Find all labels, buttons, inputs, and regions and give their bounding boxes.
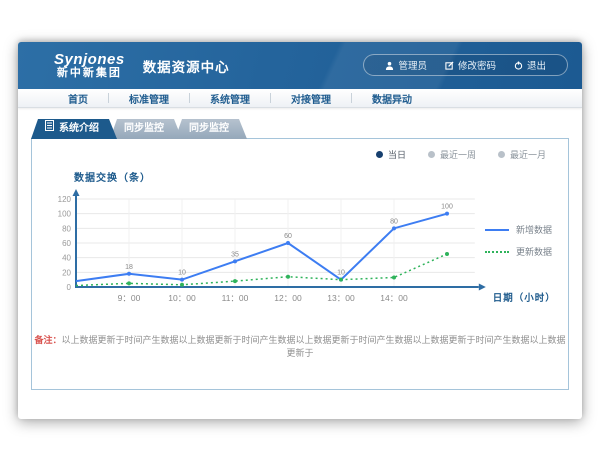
company-logo: Synjones 新中新集团 xyxy=(54,52,125,79)
svg-text:14：00: 14：00 xyxy=(380,293,408,303)
svg-text:18: 18 xyxy=(125,264,133,271)
time-range-filter: 当日 最近一周 最近一月 xyxy=(376,148,546,161)
svg-text:20: 20 xyxy=(62,268,71,277)
change-password-label: 修改密码 xyxy=(458,58,496,72)
change-password-button[interactable]: 修改密码 xyxy=(436,58,505,72)
nav-item-integration[interactable]: 对接管理 xyxy=(271,91,351,106)
svg-text:10: 10 xyxy=(178,270,186,277)
user-icon xyxy=(385,61,394,70)
svg-text:60: 60 xyxy=(62,239,71,248)
svg-text:100: 100 xyxy=(58,210,72,219)
nav-item-standards[interactable]: 标准管理 xyxy=(109,91,189,106)
series-legend: 新增数据 更新数据 xyxy=(485,223,552,267)
solid-line-icon xyxy=(485,229,509,231)
admin-user-button[interactable]: 管理员 xyxy=(376,58,436,72)
page-title: 数据资源中心 xyxy=(143,56,230,76)
nav-item-home[interactable]: 首页 xyxy=(48,91,108,106)
svg-text:40: 40 xyxy=(62,254,71,263)
app-window: Synjones 新中新集团 数据资源中心 管理员 修改密码 退出 xyxy=(18,42,582,419)
svg-text:120: 120 xyxy=(58,195,72,204)
tab-system-intro[interactable]: 系统介绍 xyxy=(31,119,117,139)
header: Synjones 新中新集团 数据资源中心 管理员 修改密码 退出 xyxy=(18,42,582,89)
filter-label: 当日 xyxy=(388,148,406,161)
svg-text:0: 0 xyxy=(67,283,72,292)
svg-text:日期（小时）: 日期（小时） xyxy=(493,292,556,304)
logout-label: 退出 xyxy=(527,58,546,72)
dotted-line-icon xyxy=(485,251,509,253)
chart-panel: 当日 最近一周 最近一月 数据交换（条） 0 20 40 60 80 100 120 9：00… xyxy=(31,138,569,390)
filter-last-month[interactable]: 最近一月 xyxy=(498,148,546,161)
logout-button[interactable]: 退出 xyxy=(505,58,555,72)
tab-label: 系统介绍 xyxy=(59,119,99,139)
filter-today[interactable]: 当日 xyxy=(376,148,406,161)
svg-text:10: 10 xyxy=(337,270,345,277)
filter-label: 最近一月 xyxy=(510,148,546,161)
legend-item-updated-data: 更新数据 xyxy=(485,245,552,258)
content-area: 系统介绍 同步监控 同步监控 当日 最近一周 xyxy=(18,108,582,419)
footnote-label: 备注： xyxy=(34,335,61,345)
power-icon xyxy=(514,61,523,70)
legend-label: 新增数据 xyxy=(516,223,552,236)
svg-text:100: 100 xyxy=(441,204,453,211)
tab-sync-monitor-1[interactable]: 同步监控 xyxy=(110,119,182,139)
svg-text:10：00: 10：00 xyxy=(168,293,196,303)
y-axis-title: 数据交换（条） xyxy=(74,169,151,184)
legend-item-new-data: 新增数据 xyxy=(485,223,552,236)
footnote-text: 以上数据更新于时间产生数据以上数据更新于时间产生数据以上数据更新于时间产生数据以… xyxy=(62,335,566,358)
svg-text:80: 80 xyxy=(390,218,398,225)
svg-text:35: 35 xyxy=(231,251,239,258)
logo-text-cn: 新中新集团 xyxy=(54,68,125,80)
radio-unselected-icon xyxy=(428,151,435,158)
legend-label: 更新数据 xyxy=(516,245,552,258)
tab-sync-monitor-2[interactable]: 同步监控 xyxy=(175,119,247,139)
nav-item-system[interactable]: 系统管理 xyxy=(190,91,270,106)
main-nav: 首页 标准管理 系统管理 对接管理 数据异动 xyxy=(18,89,582,108)
tab-label: 同步监控 xyxy=(189,123,229,134)
logo-text-en: Synjones xyxy=(54,52,125,68)
svg-text:80: 80 xyxy=(62,224,71,233)
user-menu: 管理员 修改密码 退出 xyxy=(363,54,568,76)
svg-text:13：00: 13：00 xyxy=(327,293,355,303)
nav-item-data-changes[interactable]: 数据异动 xyxy=(352,91,432,106)
filter-label: 最近一周 xyxy=(440,148,476,161)
svg-text:9：00: 9：00 xyxy=(118,293,141,303)
radio-selected-icon xyxy=(376,151,383,158)
svg-text:60: 60 xyxy=(284,233,292,240)
edit-icon xyxy=(445,61,454,70)
radio-unselected-icon xyxy=(498,151,505,158)
svg-text:11：00: 11：00 xyxy=(222,293,249,303)
tab-bar: 系统介绍 同步监控 同步监控 xyxy=(31,119,569,139)
filter-last-week[interactable]: 最近一周 xyxy=(428,148,476,161)
document-icon xyxy=(45,119,54,139)
footnote: 备注：以上数据更新于时间产生数据以上数据更新于时间产生数据以上数据更新于时间产生… xyxy=(32,333,568,359)
admin-user-label: 管理员 xyxy=(398,58,427,72)
svg-text:12：00: 12：00 xyxy=(274,293,302,303)
tab-label: 同步监控 xyxy=(124,123,164,134)
